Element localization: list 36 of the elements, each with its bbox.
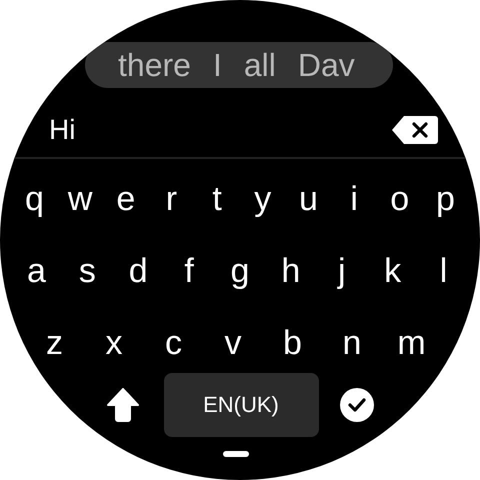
key[interactable]: l	[423, 251, 464, 291]
key[interactable]: r	[150, 179, 192, 219]
key[interactable]: j	[321, 251, 362, 291]
key[interactable]: u	[288, 179, 329, 219]
key[interactable]: w	[60, 179, 101, 219]
key[interactable]: i	[334, 179, 375, 219]
key[interactable]: x	[94, 323, 134, 363]
key[interactable]: k	[372, 251, 414, 291]
suggestion-word[interactable]: I	[212, 42, 222, 88]
key[interactable]: q	[14, 179, 55, 219]
key[interactable]: t	[196, 179, 238, 219]
key[interactable]: e	[105, 179, 146, 219]
shift-icon[interactable]	[106, 388, 138, 422]
checkmark-icon[interactable]	[340, 388, 374, 422]
key[interactable]: o	[379, 179, 420, 219]
key[interactable]: y	[242, 179, 284, 219]
key[interactable]: c	[153, 323, 194, 363]
key[interactable]: z	[34, 323, 75, 363]
key[interactable]: b	[272, 323, 313, 363]
home-indicator[interactable]	[223, 451, 249, 457]
key[interactable]: d	[118, 251, 159, 291]
key[interactable]: s	[66, 251, 108, 291]
suggestion-word[interactable]: there	[118, 42, 191, 88]
key[interactable]: f	[168, 251, 210, 291]
key[interactable]: n	[332, 323, 372, 363]
key[interactable]: h	[270, 251, 312, 291]
language-key[interactable]: EN(UK)	[164, 373, 318, 437]
key[interactable]: g	[220, 251, 260, 291]
key[interactable]: p	[424, 179, 466, 219]
key[interactable]: v	[212, 323, 254, 363]
suggestion-word[interactable]: Dav	[298, 42, 355, 88]
text-field[interactable]: Hi	[40, 112, 249, 148]
key[interactable]: a	[16, 251, 57, 291]
backspace-icon[interactable]	[392, 116, 438, 144]
key[interactable]: m	[391, 323, 432, 363]
suggestion-word[interactable]: all	[244, 42, 276, 88]
